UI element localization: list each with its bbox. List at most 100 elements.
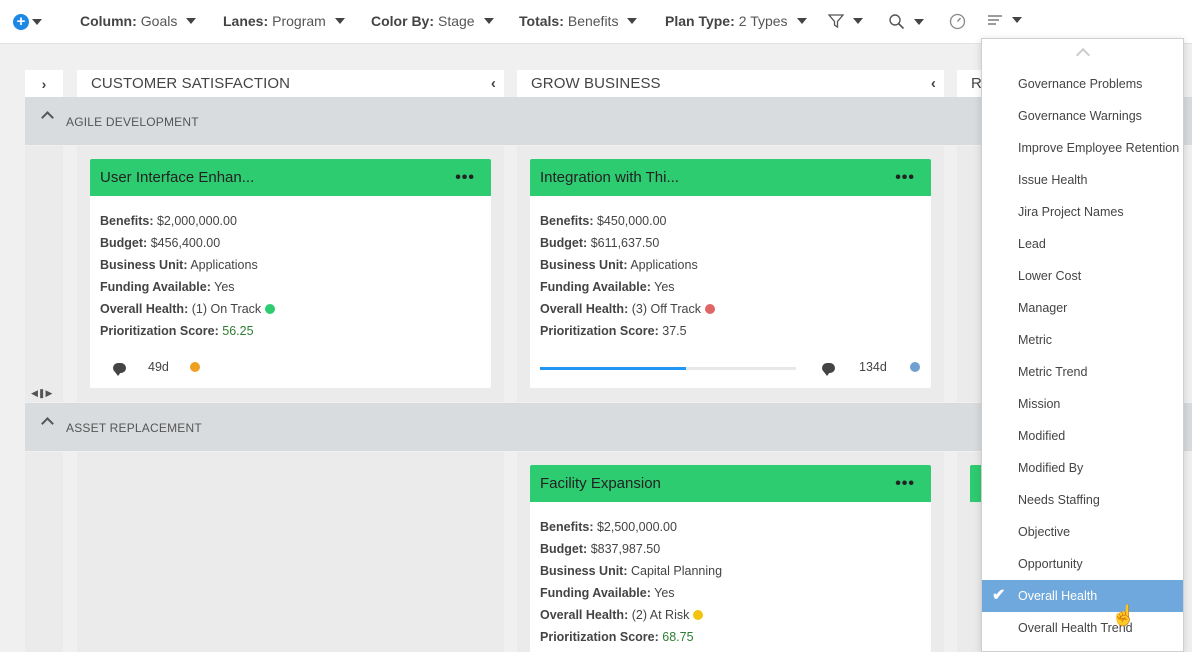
dropdown-item-label: Metric Trend — [1018, 365, 1088, 379]
chevron-down-icon — [1012, 17, 1022, 23]
dropdown-item-label: Metric — [1018, 333, 1053, 347]
dropdown-item[interactable]: Modified — [982, 420, 1183, 452]
add-icon[interactable]: + — [13, 14, 29, 30]
card[interactable]: Integration with Thi... ••• Benefits: $4… — [530, 159, 931, 388]
add-caret-icon[interactable] — [32, 19, 42, 25]
card-field: Funding Available: Yes — [100, 280, 235, 294]
card-title: Integration with Thi... — [540, 169, 679, 186]
lanes-value: Program — [272, 13, 326, 29]
card[interactable]: Facility Expansion ••• Benefits: $2,500,… — [530, 465, 931, 652]
dropdown-item[interactable]: Metric Trend — [982, 356, 1183, 388]
health-dot — [265, 304, 276, 314]
totals-label: Totals: — [519, 13, 564, 29]
card[interactable]: User Interface Enhan... ••• Benefits: $2… — [90, 159, 491, 388]
dropdown-item[interactable]: Objective — [982, 516, 1183, 548]
filter-icon — [828, 14, 844, 29]
card-field: Prioritization Score: 56.25 — [100, 324, 254, 338]
search-icon — [889, 14, 905, 30]
dropdown-item[interactable]: Mission — [982, 388, 1183, 420]
card-header[interactable]: Facility Expansion ••• — [530, 465, 931, 502]
dropdown-item-label: Governance Warnings — [1018, 109, 1142, 123]
chevron-up-icon — [41, 111, 54, 124]
status-dot — [190, 362, 200, 372]
column-title: GROW BUSINESS — [531, 75, 661, 92]
search-button[interactable] — [888, 13, 924, 30]
filter-button[interactable] — [828, 13, 863, 29]
dropdown-item-label: Lower Cost — [1018, 269, 1082, 283]
chevron-down-icon — [627, 18, 638, 24]
dropdown-item[interactable]: Issue Health — [982, 164, 1183, 196]
card-body: Benefits: $2,000,000.00 Budget: $456,400… — [90, 196, 491, 342]
dropdown-item-label: Overall Health — [1018, 589, 1098, 603]
chevron-down-icon — [334, 18, 345, 24]
dropdown-item[interactable]: Manager — [982, 292, 1183, 324]
dropdown-item[interactable]: Jira Project Names — [982, 196, 1183, 228]
list-button[interactable] — [987, 13, 1022, 27]
dropdown-item[interactable]: ✔ Overall Health — [982, 580, 1183, 612]
column-header: GROW BUSINESS ‹ — [517, 70, 944, 98]
lane-cell — [77, 452, 504, 652]
column-selector[interactable]: Column: Goals — [80, 13, 197, 29]
dropdown-item-label: Issue Health — [1018, 173, 1088, 187]
dropdown-item-label: Mission — [1018, 397, 1061, 411]
column-value: Goals — [140, 13, 178, 29]
dropdown-item[interactable]: Metric — [982, 324, 1183, 356]
health-dot — [704, 304, 715, 314]
dropdown-item[interactable]: Modified By — [982, 452, 1183, 484]
days-count: 134d — [859, 360, 887, 374]
chevron-down-icon — [796, 18, 807, 24]
chevron-down-icon — [853, 18, 863, 24]
field-dropdown-menu: Governance Problems Governance Warnings Im… — [981, 38, 1184, 652]
column-label: Column: — [80, 13, 137, 29]
card-field: Prioritization Score: 68.75 — [540, 630, 694, 644]
dropdown-item-label: Opportunity — [1018, 557, 1083, 571]
column-title: CUSTOMER SATISFACTION — [91, 75, 291, 92]
collapse-column-icon[interactable]: ‹ — [931, 70, 936, 98]
more-options-icon[interactable]: ••• — [895, 159, 915, 196]
dropdown-item[interactable]: Opportunity — [982, 548, 1183, 580]
scroll-up-icon[interactable] — [1075, 47, 1091, 63]
lane-gutter — [25, 452, 63, 652]
card-header[interactable]: User Interface Enhan... ••• — [90, 159, 491, 196]
totals-value: Benefits — [567, 13, 619, 29]
expand-columns-button[interactable]: › — [25, 70, 63, 98]
card-body: Benefits: $450,000.00 Budget: $611,637.5… — [530, 196, 931, 342]
gauge-icon — [949, 13, 966, 30]
comment-icon[interactable] — [822, 363, 835, 376]
days-count: 49d — [148, 360, 169, 374]
card-body: Benefits: $2,500,000.00 Budget: $837,987… — [530, 502, 931, 648]
more-options-icon[interactable]: ••• — [455, 159, 475, 196]
more-options-icon[interactable]: ••• — [895, 465, 915, 502]
chevron-down-icon — [914, 18, 924, 25]
card-title: Facility Expansion — [540, 475, 661, 492]
dropdown-item-label: Needs Staffing — [1018, 493, 1100, 507]
color-by-label: Color By: — [371, 13, 434, 29]
card-field: Benefits: $2,500,000.00 — [540, 520, 677, 534]
dropdown-item[interactable]: Improve Employee Retention — [982, 132, 1183, 164]
plan-type-label: Plan Type: — [665, 13, 735, 29]
card-header[interactable]: Integration with Thi... ••• — [530, 159, 931, 196]
checkmark-icon: ✔ — [992, 587, 1006, 604]
dropdown-item[interactable]: Governance Problems — [982, 68, 1183, 100]
plan-type-selector[interactable]: Plan Type: 2 Types — [665, 13, 807, 29]
dropdown-item[interactable]: Needs Staffing — [982, 484, 1183, 516]
comment-icon[interactable] — [113, 363, 126, 376]
horizontal-scroll-control[interactable]: ◀❚▶ — [31, 388, 52, 399]
totals-selector[interactable]: Totals: Benefits — [519, 13, 638, 29]
dropdown-item[interactable]: Lead — [982, 228, 1183, 260]
card-field: Business Unit: Applications — [100, 258, 258, 272]
card-field: Benefits: $450,000.00 — [540, 214, 667, 228]
collapse-column-icon[interactable]: ‹ — [491, 70, 496, 98]
card-field: Prioritization Score: 37.5 — [540, 324, 687, 338]
gauge-button[interactable] — [949, 13, 966, 30]
lanes-selector[interactable]: Lanes: Program — [223, 13, 345, 29]
color-by-selector[interactable]: Color By: Stage — [371, 13, 494, 29]
lane-title: ASSET REPLACEMENT — [66, 421, 202, 435]
color-by-value: Stage — [438, 13, 475, 29]
dropdown-item[interactable]: Governance Warnings — [982, 100, 1183, 132]
card-field: Budget: $456,400.00 — [100, 236, 221, 250]
dropdown-item-label: Jira Project Names — [1018, 205, 1124, 219]
dropdown-item[interactable]: Overall Health Trend — [982, 612, 1183, 644]
card-field: Business Unit: Applications — [540, 258, 698, 272]
dropdown-item[interactable]: Lower Cost — [982, 260, 1183, 292]
